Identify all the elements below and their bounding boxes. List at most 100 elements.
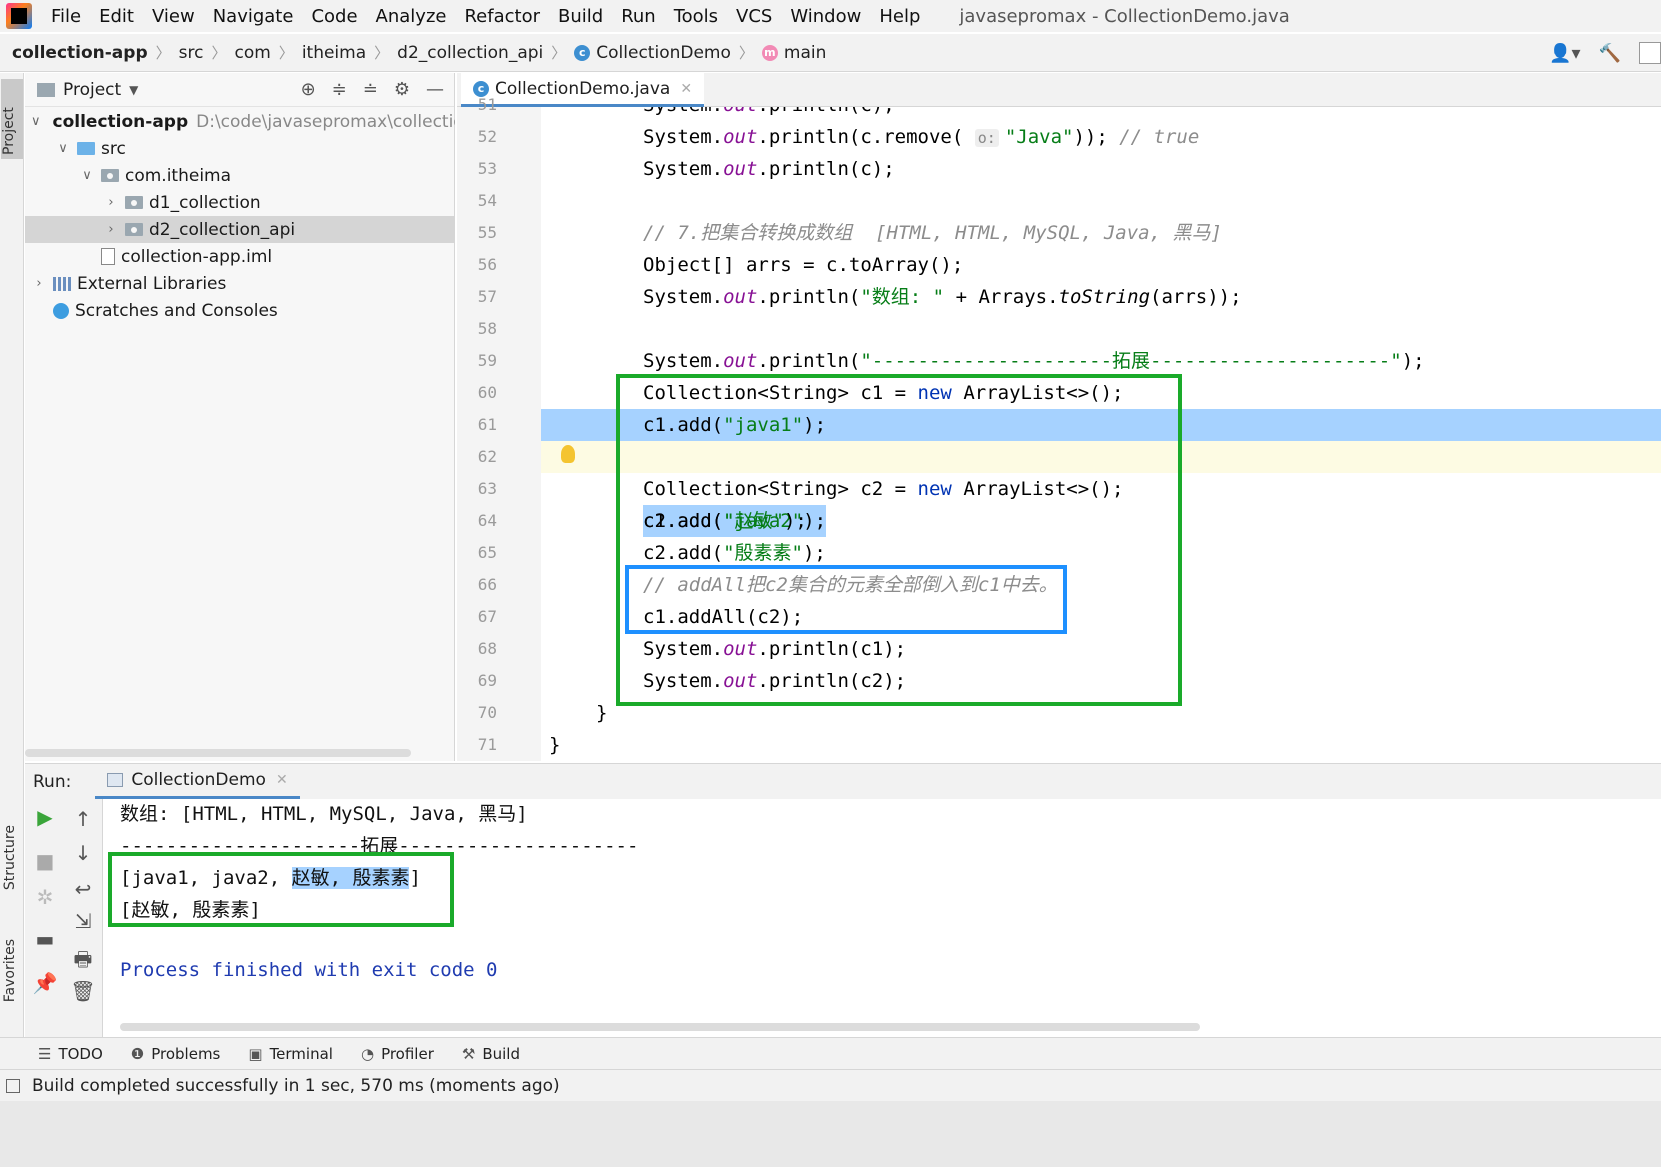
breadcrumb-separator-icon: 〉 bbox=[278, 44, 294, 62]
bottom-tool-bar: ☰ TODO ❶ Problems ▣ Terminal ◔ Profiler ⚒ Bui… bbox=[0, 1037, 1661, 1069]
breadcrumb-project[interactable]: collection-app bbox=[12, 43, 148, 63]
rerun-icon[interactable]: ▶ bbox=[31, 803, 59, 831]
left-tool-stripe: Project Structure Favorites bbox=[0, 73, 24, 1103]
line-number: 67 bbox=[477, 607, 497, 626]
menu-help[interactable]: Help bbox=[870, 6, 929, 27]
run-config-box-icon[interactable] bbox=[1639, 42, 1661, 64]
locate-icon[interactable]: ⊕ bbox=[301, 79, 316, 100]
code-line: // 7.把集合转换成数组 [HTML, HTML, MySQL, Java, … bbox=[643, 222, 1222, 244]
line-number: 54 bbox=[477, 191, 497, 210]
scroll-to-end-icon[interactable]: ⇲ bbox=[69, 907, 97, 935]
parameter-hint: o: bbox=[974, 129, 999, 147]
status-toggle-icon[interactable] bbox=[6, 1078, 20, 1093]
user-dropdown-icon[interactable]: 👤▾ bbox=[1549, 43, 1580, 64]
method-icon: m bbox=[761, 44, 778, 61]
tree-item-iml[interactable]: collection-app.iml bbox=[25, 243, 455, 270]
pin-icon[interactable]: 📌 bbox=[31, 969, 59, 997]
breadcrumb-method[interactable]: m main bbox=[761, 42, 827, 63]
profiler-icon: ◔ bbox=[360, 1044, 375, 1063]
code-line: System.out.println("--------------------… bbox=[643, 350, 1425, 372]
breadcrumb-separator-icon: 〉 bbox=[551, 44, 567, 62]
project-view-selector[interactable]: Project bbox=[63, 80, 121, 100]
tree-item-com-itheima[interactable]: ∨ com.itheima bbox=[25, 162, 455, 189]
chevron-down-icon[interactable]: ▼ bbox=[129, 83, 138, 97]
chevron-right-icon[interactable]: › bbox=[103, 222, 119, 237]
console-line: 数组: [HTML, HTML, MySQL, Java, 黑马] bbox=[120, 803, 528, 825]
layout-icon[interactable]: ▬ bbox=[31, 925, 59, 953]
line-number: 51 bbox=[477, 95, 497, 114]
breadcrumb-class[interactable]: c CollectionDemo bbox=[574, 43, 731, 63]
console-scrollbar[interactable] bbox=[120, 1023, 1200, 1031]
close-icon[interactable]: ✕ bbox=[276, 772, 288, 788]
menu-analyze[interactable]: Analyze bbox=[367, 6, 456, 27]
line-number: 53 bbox=[477, 159, 497, 178]
arrow-up-icon[interactable]: ↑ bbox=[69, 805, 97, 833]
project-tool-tab[interactable]: Project bbox=[1, 79, 23, 159]
menu-tools[interactable]: Tools bbox=[665, 6, 727, 27]
line-number: 59 bbox=[477, 351, 497, 370]
menu-run[interactable]: Run bbox=[612, 6, 665, 27]
menu-refactor[interactable]: Refactor bbox=[455, 6, 549, 27]
tool-profiler[interactable]: ◔ Profiler bbox=[361, 1045, 434, 1063]
tree-item-label: External Libraries bbox=[77, 273, 227, 294]
menu-edit[interactable]: Edit bbox=[90, 6, 143, 27]
chevron-right-icon[interactable]: › bbox=[103, 195, 119, 210]
debug-bug-icon[interactable]: ✲ bbox=[31, 883, 59, 911]
tree-item-scratches[interactable]: Scratches and Consoles bbox=[25, 297, 455, 324]
chevron-down-icon[interactable]: ∨ bbox=[79, 168, 95, 183]
tree-item-label: com.itheima bbox=[125, 165, 232, 186]
horizontal-scrollbar[interactable] bbox=[25, 749, 411, 757]
expand-all-icon[interactable]: ≑ bbox=[332, 79, 347, 100]
breadcrumb-method-label: main bbox=[783, 42, 827, 63]
breadcrumb-com[interactable]: com bbox=[234, 43, 270, 63]
breadcrumb-itheima[interactable]: itheima bbox=[302, 43, 366, 63]
scratches-icon bbox=[53, 302, 69, 319]
code-line: } bbox=[549, 734, 561, 756]
tab-collectiondemo-java[interactable]: c CollectionDemo.java ✕ bbox=[461, 73, 705, 107]
menu-build[interactable]: Build bbox=[549, 6, 612, 27]
tree-item-d1-collection[interactable]: › d1_collection bbox=[25, 189, 455, 216]
tool-terminal[interactable]: ▣ Terminal bbox=[248, 1045, 333, 1063]
chevron-right-icon[interactable]: › bbox=[31, 276, 47, 291]
soft-wrap-icon[interactable]: ↩ bbox=[69, 875, 97, 903]
tree-item-src[interactable]: ∨ src bbox=[25, 135, 455, 162]
tool-problems[interactable]: ❶ Problems bbox=[131, 1045, 221, 1063]
favorites-tool-tab[interactable]: Favorites bbox=[2, 939, 18, 1002]
breadcrumb-separator-icon: 〉 bbox=[155, 44, 171, 62]
chevron-down-icon[interactable]: ∨ bbox=[55, 141, 71, 156]
run-tab-collectiondemo[interactable]: CollectionDemo ✕ bbox=[95, 765, 300, 799]
tree-item-d2-collection-api[interactable]: › d2_collection_api bbox=[25, 216, 455, 243]
build-hammer-icon[interactable]: 🔨 bbox=[1599, 43, 1621, 64]
chevron-down-icon[interactable]: ∨ bbox=[31, 114, 41, 129]
collapse-all-icon[interactable]: ≐ bbox=[363, 79, 378, 100]
line-number: 66 bbox=[477, 575, 497, 594]
breadcrumb-src[interactable]: src bbox=[179, 43, 204, 63]
green-highlight-box bbox=[616, 374, 1182, 706]
lightbulb-icon[interactable] bbox=[561, 445, 575, 463]
hide-icon[interactable]: — bbox=[426, 79, 444, 100]
menu-view[interactable]: View bbox=[143, 6, 204, 27]
structure-tool-tab[interactable]: Structure bbox=[2, 825, 18, 890]
line-number: 63 bbox=[477, 479, 497, 498]
package-icon bbox=[101, 169, 119, 182]
list-icon: ☰ bbox=[38, 1044, 52, 1063]
tool-todo[interactable]: ☰ TODO bbox=[38, 1045, 103, 1063]
close-icon[interactable]: ✕ bbox=[680, 81, 692, 97]
arrow-down-icon[interactable]: ↓ bbox=[69, 839, 97, 867]
line-number: 61 bbox=[477, 415, 497, 434]
gear-icon[interactable]: ⚙ bbox=[394, 79, 410, 100]
print-icon[interactable]: 🖶 bbox=[69, 945, 97, 973]
menu-window[interactable]: Window bbox=[781, 6, 870, 27]
menu-vcs[interactable]: VCS bbox=[727, 6, 781, 27]
breadcrumb-d2-collection-api[interactable]: d2_collection_api bbox=[397, 43, 543, 63]
stop-icon[interactable]: ■ bbox=[31, 847, 59, 875]
tree-item-external-libraries[interactable]: › External Libraries bbox=[25, 270, 455, 297]
line-number: 60 bbox=[477, 383, 497, 402]
menu-navigate[interactable]: Navigate bbox=[204, 6, 303, 27]
tool-build[interactable]: ⚒ Build bbox=[462, 1045, 520, 1063]
menu-code[interactable]: Code bbox=[302, 6, 366, 27]
trash-icon[interactable]: 🗑 bbox=[69, 977, 97, 1005]
line-number: 65 bbox=[477, 543, 497, 562]
menu-file[interactable]: File bbox=[42, 6, 90, 27]
tree-item-collection-app[interactable]: ∨ collection-app D:\code\javasepromax\co… bbox=[25, 108, 455, 135]
